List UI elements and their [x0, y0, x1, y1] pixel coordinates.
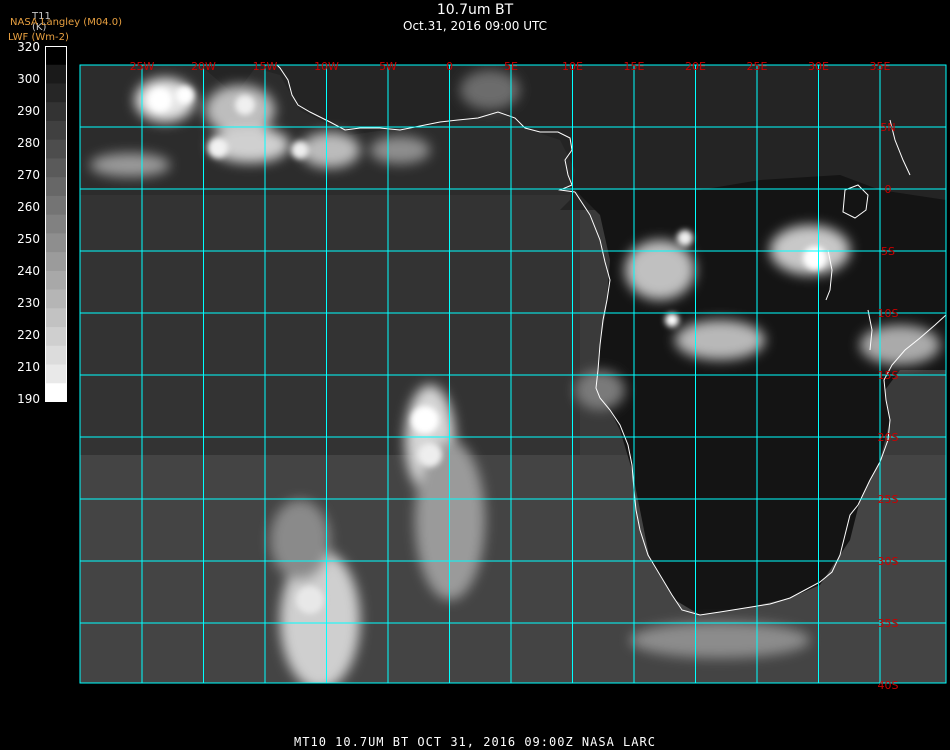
cloud-core — [291, 141, 309, 159]
cloud-band — [270, 500, 330, 580]
footer-caption: MT10 10.7UM BT OCT 31, 2016 09:00Z NASA … — [294, 735, 656, 749]
cloud-core — [296, 586, 324, 614]
cloud-core — [418, 443, 442, 467]
longitude-label: 15E — [624, 60, 645, 73]
latitude-label: 40S — [878, 679, 899, 692]
mid-ocean-band — [80, 195, 580, 455]
latitude-label: 30S — [878, 555, 899, 568]
longitude-label: 25E — [747, 60, 768, 73]
longitude-label: 25W — [130, 60, 155, 73]
longitude-label: 30E — [808, 60, 829, 73]
cloud-cluster — [675, 320, 765, 360]
cloud-cluster — [575, 370, 625, 410]
cloud-core — [677, 230, 693, 246]
cloud-core — [148, 88, 172, 112]
cloud-core — [208, 138, 228, 158]
longitude-label: 10E — [562, 60, 583, 73]
latitude-label: 35S — [878, 617, 899, 630]
cloud-cluster — [90, 153, 170, 177]
longitude-label: 20W — [191, 60, 216, 73]
satellite-map: 25W 20W 15W 10W 5W 0 5E 10E 15E 20E 25E 30E 35E 5N 0 5… — [79, 60, 947, 692]
latitude-label: 25S — [878, 493, 899, 506]
longitude-label: 5W — [379, 60, 397, 73]
latitude-label: 0 — [885, 183, 892, 196]
latitude-label: 5N — [880, 121, 895, 134]
cloud-core — [411, 406, 439, 434]
longitude-label: 0 — [446, 60, 453, 73]
imagery-layer — [80, 65, 946, 683]
longitude-label: 15W — [253, 60, 278, 73]
latitude-label: 20S — [878, 431, 899, 444]
cloud-core — [803, 246, 827, 270]
cloud-cluster — [370, 136, 430, 164]
cloud-core — [235, 95, 255, 115]
cloud-band — [630, 622, 810, 658]
longitude-label: 20E — [685, 60, 706, 73]
cloud-core — [176, 86, 194, 104]
longitude-label: 5E — [504, 60, 518, 73]
cloud-cluster — [625, 240, 695, 300]
cloud-core — [665, 313, 679, 327]
latitude-label: 5S — [881, 245, 895, 258]
longitude-label: 10W — [314, 60, 339, 73]
latitude-label: 10S — [878, 307, 899, 320]
latitude-label: 15S — [878, 369, 899, 382]
longitude-label: 35E — [870, 60, 891, 73]
